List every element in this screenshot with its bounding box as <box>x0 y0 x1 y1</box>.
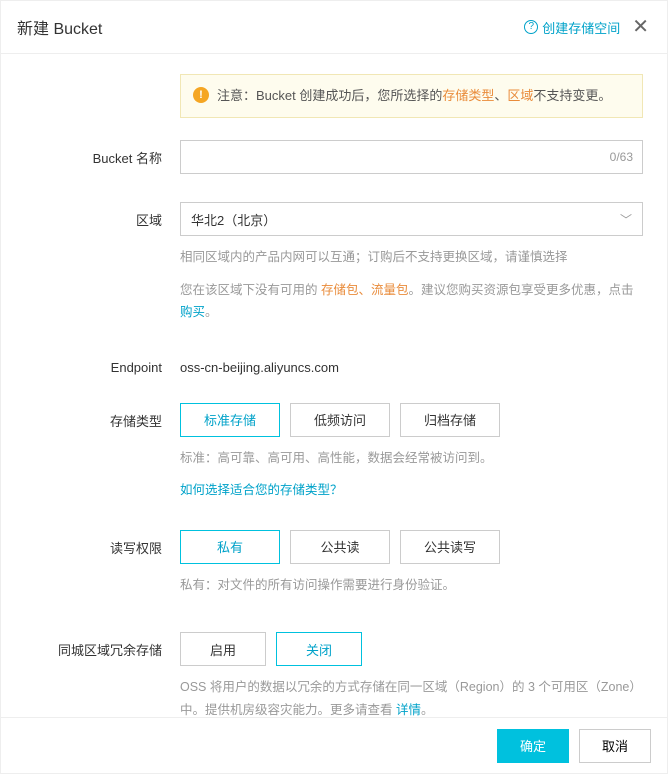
modal-title: 新建 Bucket <box>17 15 102 39</box>
label-storage-type: 存储类型 <box>25 403 180 502</box>
region-select[interactable]: 华北2（北京） ﹀ <box>180 202 643 236</box>
name-counter: 0/63 <box>610 140 633 174</box>
cancel-button[interactable]: 取消 <box>579 729 651 763</box>
label-acl: 读写权限 <box>25 530 180 597</box>
redundancy-hint: OSS 将用户的数据以冗余的方式存储在同一区域（Region）的 3 个可用区（… <box>180 676 643 717</box>
region-selected: 华北2（北京） <box>191 210 276 229</box>
acl-option-public-read[interactable]: 公共读 <box>290 530 390 564</box>
region-hint-2: 您在该区域下没有可用的 存储包、流量包。建议您购买资源包享受更多优惠，点击 购买… <box>180 279 643 324</box>
endpoint-value: oss-cn-beijing.aliyuncs.com <box>180 352 643 375</box>
acl-hint: 私有：对文件的所有访问操作需要进行身份验证。 <box>180 574 643 597</box>
chevron-down-icon: ﹀ <box>620 211 632 228</box>
redundancy-option-on[interactable]: 启用 <box>180 632 266 666</box>
storage-help-link[interactable]: 如何选择适合您的存储类型？ <box>180 483 343 497</box>
redundancy-option-off[interactable]: 关闭 <box>276 632 362 666</box>
storage-hint: 标准：高可靠、高可用、高性能，数据会经常被访问到。 <box>180 447 643 470</box>
storage-option-ia[interactable]: 低频访问 <box>290 403 390 437</box>
storage-option-archive[interactable]: 归档存储 <box>400 403 500 437</box>
warning-icon: ! <box>193 87 209 103</box>
label-redundancy: 同城区域冗余存储 <box>25 632 180 717</box>
close-icon[interactable]: ✕ <box>630 17 651 37</box>
warning-alert: ! 注意：Bucket 创建成功后，您所选择的存储类型、区域不支持变更。 <box>180 74 643 118</box>
label-endpoint: Endpoint <box>25 352 180 375</box>
acl-option-public-rw[interactable]: 公共读写 <box>400 530 500 564</box>
ok-button[interactable]: 确定 <box>497 729 569 763</box>
redundancy-link[interactable]: 详情 <box>396 703 421 717</box>
help-link[interactable]: ? 创建存储空间 <box>524 18 620 37</box>
storage-option-standard[interactable]: 标准存储 <box>180 403 280 437</box>
label-bucket-name: Bucket 名称 <box>25 140 180 174</box>
region-hint-1: 相同区域内的产品内网可以互通；订购后不支持更换区域，请谨慎选择 <box>180 246 643 269</box>
help-icon: ? <box>524 20 538 34</box>
warning-text: 注意：Bucket 创建成功后，您所选择的存储类型、区域不支持变更。 <box>217 85 611 107</box>
bucket-name-input[interactable] <box>180 140 643 174</box>
help-link-label: 创建存储空间 <box>542 18 620 37</box>
acl-option-private[interactable]: 私有 <box>180 530 280 564</box>
buy-link[interactable]: 购买 <box>180 305 205 319</box>
label-region: 区域 <box>25 202 180 324</box>
